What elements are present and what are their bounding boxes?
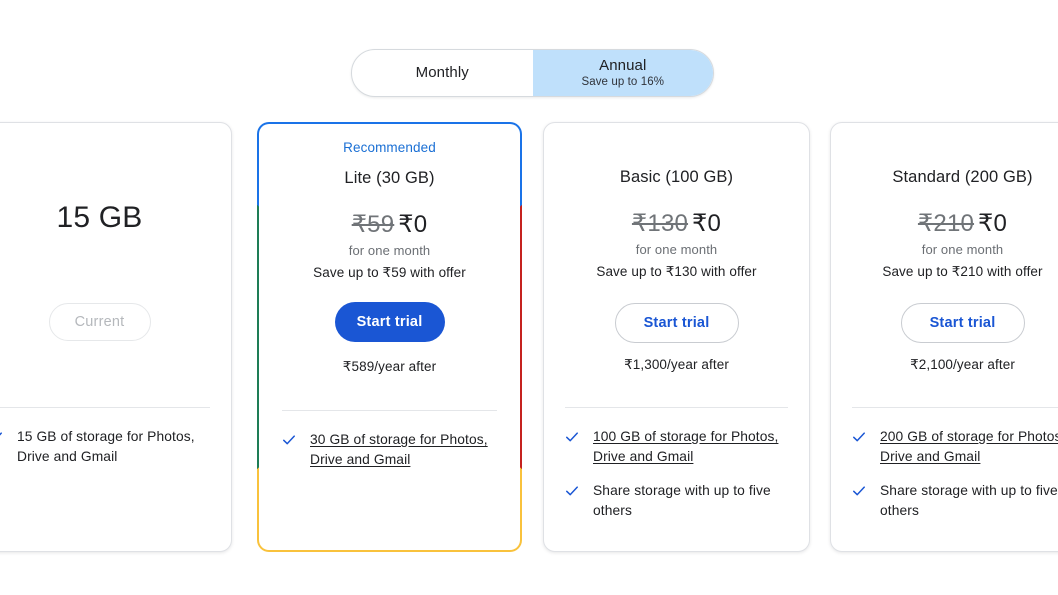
plan-card-standard: Standard (200 GB) ₹210 ₹0 for one month S… xyxy=(830,122,1058,552)
feature-text-link[interactable]: 200 GB of storage for Photos, Drive and … xyxy=(880,427,1058,467)
billing-toggle-annual-savings: Save up to 16% xyxy=(581,76,665,89)
billing-toggle-monthly[interactable]: Monthly xyxy=(352,50,533,96)
feature-item: 15 GB of storage for Photos, Drive and G… xyxy=(0,427,210,467)
plan-price-row: ₹59 ₹0 xyxy=(261,210,518,239)
plan-title: Standard (200 GB) xyxy=(892,168,1033,186)
card-divider xyxy=(282,410,497,411)
plan-card-basic-body: Basic (100 GB) ₹130 ₹0 for one month Save… xyxy=(544,123,809,551)
plan-renewal-note: ₹589/year after xyxy=(342,359,437,374)
plan-price-row: ₹210 ₹0 xyxy=(831,209,1058,238)
plan-feature-list: 15 GB of storage for Photos, Drive and G… xyxy=(0,427,231,481)
plan-feature-list: 100 GB of storage for Photos, Drive and … xyxy=(544,427,809,535)
feature-item: 30 GB of storage for Photos, Drive and G… xyxy=(282,430,497,470)
billing-toggle-monthly-label: Monthly xyxy=(415,64,469,82)
plan-price-period: for one month xyxy=(921,242,1004,257)
feature-item: 100 GB of storage for Photos, Drive and … xyxy=(565,427,788,467)
plan-feature-list: 200 GB of storage for Photos, Drive and … xyxy=(831,427,1058,535)
plan-card-free-body: 15 GB Current 15 GB of storage for Photo… xyxy=(0,123,231,551)
billing-toggle-annual[interactable]: Annual Save up to 16% xyxy=(532,50,713,96)
plan-price-savings: Save up to ₹210 with offer xyxy=(882,264,1043,279)
billing-period-toggle[interactable]: Monthly Annual Save up to 16% xyxy=(351,49,714,97)
plan-card-lite-body: Recommended Lite (30 GB) ₹59 ₹0 for one m… xyxy=(261,126,518,548)
billing-toggle-annual-label: Annual xyxy=(599,56,647,74)
plan-renewal-note: ₹2,100/year after xyxy=(910,357,1015,372)
check-icon xyxy=(852,484,866,498)
plan-title: Lite (30 GB) xyxy=(344,169,435,187)
plan-card-row: 15 GB Current 15 GB of storage for Photo… xyxy=(0,122,1058,554)
plan-price-discounted: ₹0 xyxy=(692,210,722,237)
current-plan-button: Current xyxy=(48,303,151,341)
plan-quota-headline: 15 GB xyxy=(56,201,143,234)
feature-text-link[interactable]: 100 GB of storage for Photos, Drive and … xyxy=(593,427,788,467)
plan-price-period: for one month xyxy=(348,243,431,258)
feature-text: Share storage with up to five others xyxy=(880,483,1058,518)
plan-feature-list: 30 GB of storage for Photos, Drive and G… xyxy=(261,430,518,484)
plan-price-original: ₹130 xyxy=(631,210,689,237)
check-icon xyxy=(565,430,579,444)
plan-price-row: ₹130 ₹0 xyxy=(544,209,809,238)
check-icon xyxy=(282,433,296,447)
start-trial-button-standard[interactable]: Start trial xyxy=(900,303,1025,343)
plan-price-original: ₹210 xyxy=(917,210,975,237)
plan-card-lite: Recommended Lite (30 GB) ₹59 ₹0 for one m… xyxy=(257,122,522,552)
plan-renewal-note: ₹1,300/year after xyxy=(624,357,729,372)
plan-price-savings: Save up to ₹130 with offer xyxy=(596,264,757,279)
check-icon xyxy=(565,484,579,498)
feature-text-link[interactable]: 30 GB of storage for Photos, Drive and G… xyxy=(310,430,497,470)
start-trial-button-basic[interactable]: Start trial xyxy=(614,303,739,343)
plan-price-discounted: ₹0 xyxy=(398,211,428,238)
recommended-badge: Recommended xyxy=(343,140,436,155)
plan-price-discounted: ₹0 xyxy=(978,210,1008,237)
plan-card-free: 15 GB Current 15 GB of storage for Photo… xyxy=(0,122,232,552)
feature-item: Share storage with up to five others xyxy=(852,481,1058,521)
check-icon xyxy=(852,430,866,444)
feature-item: 200 GB of storage for Photos, Drive and … xyxy=(852,427,1058,467)
check-icon xyxy=(0,430,3,444)
plan-card-basic: Basic (100 GB) ₹130 ₹0 for one month Save… xyxy=(543,122,810,552)
feature-text: 15 GB of storage for Photos, Drive and G… xyxy=(17,429,195,464)
feature-text: Share storage with up to five others xyxy=(593,483,771,518)
card-divider xyxy=(565,407,788,408)
plan-price-period: for one month xyxy=(635,242,718,257)
start-trial-button-lite[interactable]: Start trial xyxy=(334,302,445,342)
card-divider xyxy=(0,407,210,408)
feature-item: Share storage with up to five others xyxy=(565,481,788,521)
plan-title: Basic (100 GB) xyxy=(619,168,734,186)
plan-card-standard-body: Standard (200 GB) ₹210 ₹0 for one month S… xyxy=(831,123,1058,551)
card-divider xyxy=(852,407,1058,408)
plan-price-original: ₹59 xyxy=(351,211,395,238)
plan-price-savings: Save up to ₹59 with offer xyxy=(313,265,466,280)
